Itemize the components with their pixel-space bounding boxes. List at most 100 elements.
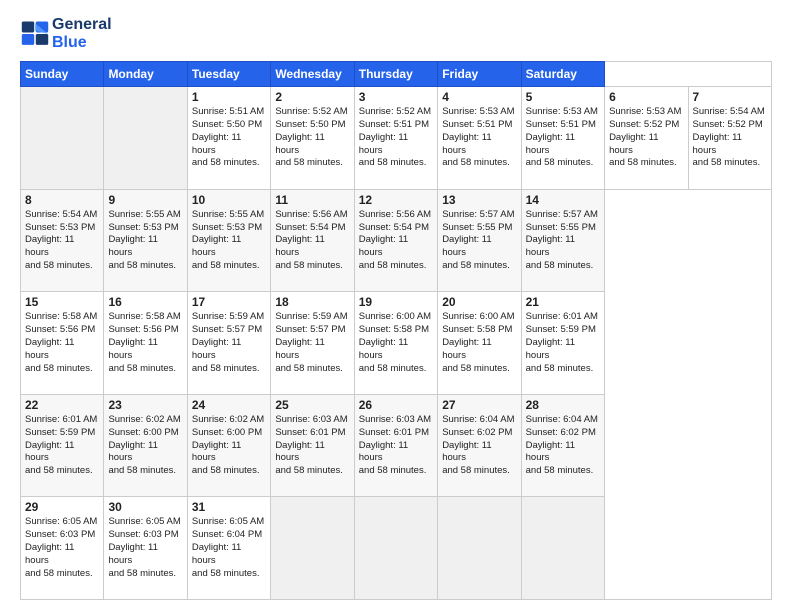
day-number: 19 [359, 295, 433, 309]
calendar-cell: 15 Sunrise: 5:58 AMSunset: 5:56 PMDayligh… [21, 292, 104, 395]
day-info: Sunrise: 5:56 AMSunset: 5:54 PMDaylight:… [359, 209, 433, 273]
calendar-cell: 18Sunrise: 5:59 AMSunset: 5:57 PMDayligh… [271, 292, 354, 395]
calendar-cell: 4 Sunrise: 5:53 AMSunset: 5:51 PMDaylight… [438, 87, 521, 190]
day-info: Sunrise: 5:54 AMSunset: 5:53 PMDaylight:… [25, 209, 99, 273]
calendar-cell [271, 497, 354, 600]
day-info: Sunrise: 5:58 AMSunset: 5:56 PMDaylight:… [25, 311, 99, 375]
day-number: 22 [25, 398, 99, 412]
day-info: Sunrise: 6:00 AMSunset: 5:58 PMDaylight:… [359, 311, 433, 375]
calendar-header-tuesday: Tuesday [187, 62, 270, 87]
day-info: Sunrise: 6:01 AMSunset: 5:59 PMDaylight:… [25, 414, 99, 478]
calendar-cell: 24Sunrise: 6:02 AMSunset: 6:00 PMDayligh… [187, 394, 270, 497]
calendar-week-4: 22 Sunrise: 6:01 AMSunset: 5:59 PMDayligh… [21, 394, 772, 497]
day-number: 4 [442, 90, 516, 104]
day-number: 10 [192, 193, 266, 207]
logo: General Blue [20, 16, 112, 51]
logo-general: General [52, 16, 112, 34]
calendar-cell [104, 87, 187, 190]
calendar-cell [521, 497, 604, 600]
calendar-week-3: 15 Sunrise: 5:58 AMSunset: 5:56 PMDayligh… [21, 292, 772, 395]
calendar-cell: 2Sunrise: 5:52 AMSunset: 5:50 PMDaylight… [271, 87, 354, 190]
calendar-cell: 16 Sunrise: 5:58 AMSunset: 5:56 PMDayligh… [104, 292, 187, 395]
calendar-header-monday: Monday [104, 62, 187, 87]
day-number: 31 [192, 500, 266, 514]
calendar-cell: 29Sunrise: 6:05 AMSunset: 6:03 PMDayligh… [21, 497, 104, 600]
day-number: 3 [359, 90, 433, 104]
day-info: Sunrise: 6:05 AMSunset: 6:04 PMDaylight:… [192, 516, 266, 580]
day-info: Sunrise: 6:04 AMSunset: 6:02 PMDaylight:… [526, 414, 600, 478]
day-number: 9 [108, 193, 182, 207]
day-number: 13 [442, 193, 516, 207]
calendar-week-5: 29Sunrise: 6:05 AMSunset: 6:03 PMDayligh… [21, 497, 772, 600]
calendar-header-row: SundayMondayTuesdayWednesdayThursdayFrid… [21, 62, 772, 87]
calendar-header-friday: Friday [438, 62, 521, 87]
day-info: Sunrise: 6:02 AMSunset: 6:00 PMDaylight:… [192, 414, 266, 478]
calendar-cell: 27 Sunrise: 6:04 AMSunset: 6:02 PMDayligh… [438, 394, 521, 497]
day-info: Sunrise: 6:03 AMSunset: 6:01 PMDaylight:… [359, 414, 433, 478]
day-number: 16 [108, 295, 182, 309]
day-info: Sunrise: 5:57 AMSunset: 5:55 PMDaylight:… [442, 209, 516, 273]
day-info: Sunrise: 5:53 AMSunset: 5:52 PMDaylight:… [609, 106, 683, 170]
day-info: Sunrise: 5:57 AMSunset: 5:55 PMDaylight:… [526, 209, 600, 273]
calendar-week-2: 8 Sunrise: 5:54 AMSunset: 5:53 PMDaylight… [21, 189, 772, 292]
day-number: 5 [526, 90, 600, 104]
calendar-cell: 25Sunrise: 6:03 AMSunset: 6:01 PMDayligh… [271, 394, 354, 497]
calendar-cell: 6 Sunrise: 5:53 AMSunset: 5:52 PMDaylight… [605, 87, 688, 190]
calendar-week-1: 1Sunrise: 5:51 AMSunset: 5:50 PMDaylight… [21, 87, 772, 190]
calendar-cell: 7 Sunrise: 5:54 AMSunset: 5:52 PMDaylight… [688, 87, 772, 190]
day-info: Sunrise: 5:52 AMSunset: 5:51 PMDaylight:… [359, 106, 433, 170]
day-number: 8 [25, 193, 99, 207]
day-info: Sunrise: 6:02 AMSunset: 6:00 PMDaylight:… [108, 414, 182, 478]
logo-icon [20, 20, 50, 48]
calendar-cell: 12 Sunrise: 5:56 AMSunset: 5:54 PMDayligh… [354, 189, 437, 292]
day-info: Sunrise: 6:04 AMSunset: 6:02 PMDaylight:… [442, 414, 516, 478]
day-info: Sunrise: 6:01 AMSunset: 5:59 PMDaylight:… [526, 311, 600, 375]
calendar-cell: 9 Sunrise: 5:55 AMSunset: 5:53 PMDaylight… [104, 189, 187, 292]
day-number: 20 [442, 295, 516, 309]
calendar-cell: 20 Sunrise: 6:00 AMSunset: 5:58 PMDayligh… [438, 292, 521, 395]
day-number: 23 [108, 398, 182, 412]
day-number: 6 [609, 90, 683, 104]
day-info: Sunrise: 5:53 AMSunset: 5:51 PMDaylight:… [442, 106, 516, 170]
day-info: Sunrise: 5:58 AMSunset: 5:56 PMDaylight:… [108, 311, 182, 375]
day-number: 15 [25, 295, 99, 309]
calendar-cell: 3 Sunrise: 5:52 AMSunset: 5:51 PMDaylight… [354, 87, 437, 190]
calendar-cell [354, 497, 437, 600]
calendar-cell: 26 Sunrise: 6:03 AMSunset: 6:01 PMDayligh… [354, 394, 437, 497]
day-info: Sunrise: 5:59 AMSunset: 5:57 PMDaylight:… [275, 311, 349, 375]
day-number: 7 [693, 90, 768, 104]
day-number: 12 [359, 193, 433, 207]
calendar-cell: 31 Sunrise: 6:05 AMSunset: 6:04 PMDayligh… [187, 497, 270, 600]
day-info: Sunrise: 6:05 AMSunset: 6:03 PMDaylight:… [25, 516, 99, 580]
day-number: 28 [526, 398, 600, 412]
day-info: Sunrise: 5:54 AMSunset: 5:52 PMDaylight:… [693, 106, 768, 170]
calendar-table: SundayMondayTuesdayWednesdayThursdayFrid… [20, 61, 772, 600]
day-info: Sunrise: 6:05 AMSunset: 6:03 PMDaylight:… [108, 516, 182, 580]
day-info: Sunrise: 5:59 AMSunset: 5:57 PMDaylight:… [192, 311, 266, 375]
day-number: 27 [442, 398, 516, 412]
logo-blue: Blue [52, 34, 112, 52]
day-number: 30 [108, 500, 182, 514]
calendar-cell [21, 87, 104, 190]
calendar-cell: 10Sunrise: 5:55 AMSunset: 5:53 PMDayligh… [187, 189, 270, 292]
day-info: Sunrise: 6:03 AMSunset: 6:01 PMDaylight:… [275, 414, 349, 478]
page: General Blue SundayMondayTuesdayWednesda… [0, 0, 792, 612]
day-number: 14 [526, 193, 600, 207]
day-number: 2 [275, 90, 349, 104]
day-number: 21 [526, 295, 600, 309]
day-info: Sunrise: 5:51 AMSunset: 5:50 PMDaylight:… [192, 106, 266, 170]
calendar-cell: 28 Sunrise: 6:04 AMSunset: 6:02 PMDayligh… [521, 394, 604, 497]
calendar-cell: 30 Sunrise: 6:05 AMSunset: 6:03 PMDayligh… [104, 497, 187, 600]
day-info: Sunrise: 5:53 AMSunset: 5:51 PMDaylight:… [526, 106, 600, 170]
day-number: 11 [275, 193, 349, 207]
day-info: Sunrise: 5:56 AMSunset: 5:54 PMDaylight:… [275, 209, 349, 273]
day-info: Sunrise: 5:55 AMSunset: 5:53 PMDaylight:… [108, 209, 182, 273]
day-number: 17 [192, 295, 266, 309]
calendar-header-sunday: Sunday [21, 62, 104, 87]
calendar-cell [438, 497, 521, 600]
day-info: Sunrise: 6:00 AMSunset: 5:58 PMDaylight:… [442, 311, 516, 375]
day-number: 26 [359, 398, 433, 412]
calendar-header-saturday: Saturday [521, 62, 604, 87]
calendar-header-wednesday: Wednesday [271, 62, 354, 87]
calendar-cell: 13 Sunrise: 5:57 AMSunset: 5:55 PMDayligh… [438, 189, 521, 292]
